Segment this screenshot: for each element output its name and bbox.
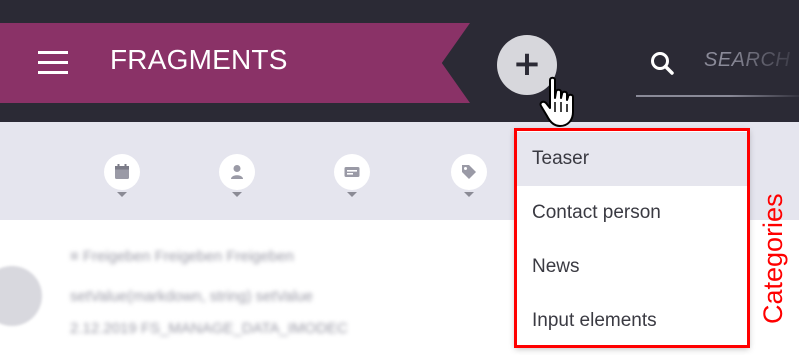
calendar-icon (115, 164, 129, 179)
header-fade (729, 0, 799, 122)
list-item-line-2: setValue(markdown, string) setValue (70, 290, 313, 304)
menu-item-news[interactable]: News (515, 240, 749, 294)
category-dropdown-menu: Teaser Contact person News Input element… (515, 129, 749, 347)
filter-tag-button[interactable] (451, 154, 487, 190)
plus-icon: + (512, 44, 542, 84)
filter-date-caret (117, 192, 127, 197)
filter-person-caret (232, 192, 242, 197)
filter-tag-caret (464, 192, 474, 197)
menu-item-input-elements[interactable]: Input elements (515, 294, 749, 348)
app-title: FRAGMENTS (110, 44, 288, 75)
filter-date-button[interactable] (104, 154, 140, 190)
card-icon (344, 167, 360, 177)
search-icon (651, 52, 674, 75)
filter-person-button[interactable] (219, 154, 255, 190)
filter-type-caret (347, 192, 357, 197)
menu-item-teaser[interactable]: Teaser (515, 132, 749, 186)
list-item-line-1: ≡ Freigeben Freigeben Freigeben (70, 250, 294, 264)
tag-icon (462, 165, 476, 179)
hand-cursor-icon (539, 76, 574, 127)
annotation-label: Categories (758, 193, 788, 324)
filter-type-button[interactable] (334, 154, 370, 190)
hamburger-menu-icon[interactable] (38, 51, 68, 75)
person-icon (231, 165, 243, 179)
list-item-line-3: 2.12.2019 FS_MANAGE_DATA_IMODEC (70, 322, 348, 336)
menu-item-contact-person[interactable]: Contact person (515, 186, 749, 240)
header-shade (0, 0, 520, 23)
